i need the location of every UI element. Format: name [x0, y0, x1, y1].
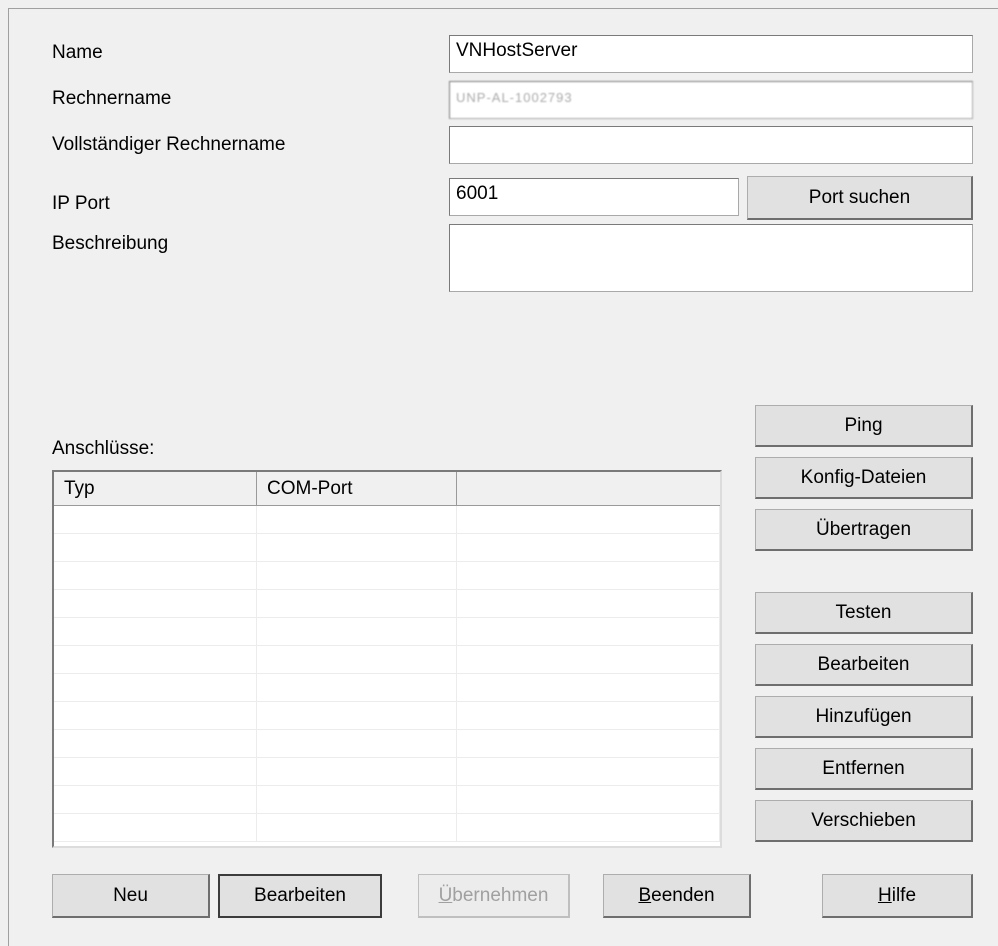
table-cell: [457, 534, 720, 561]
full-computer-name-field[interactable]: [449, 126, 973, 164]
table-cell: [257, 646, 457, 673]
table-cell: [257, 590, 457, 617]
column-header-com-port[interactable]: COM-Port: [257, 472, 457, 505]
table-cell: [257, 534, 457, 561]
config-files-button[interactable]: Konfig-Dateien: [755, 457, 973, 499]
table-cell: [457, 646, 720, 673]
move-button[interactable]: Verschieben: [755, 800, 973, 842]
table-cell: [457, 674, 720, 701]
table-row[interactable]: [54, 702, 720, 730]
description-label: Beschreibung: [52, 233, 169, 254]
connections-label: Anschlüsse:: [52, 438, 155, 459]
table-row[interactable]: [54, 534, 720, 562]
table-row[interactable]: [54, 618, 720, 646]
table-cell: [257, 618, 457, 645]
exit-label: eenden: [651, 884, 715, 906]
table-cell: [257, 562, 457, 589]
table-cell: [457, 786, 720, 813]
ping-button[interactable]: Ping: [755, 405, 973, 447]
table-header: Typ COM-Port: [54, 472, 720, 506]
apply-button[interactable]: Übernehmen: [418, 874, 570, 918]
table-cell: [257, 786, 457, 813]
edit-connection-button[interactable]: Bearbeiten: [755, 644, 973, 686]
ip-port-label: IP Port: [52, 193, 110, 214]
table-cell: [457, 758, 720, 785]
table-cell: [257, 674, 457, 701]
table-cell: [54, 646, 257, 673]
column-header-empty[interactable]: [457, 472, 720, 505]
table-cell: [457, 702, 720, 729]
remove-button[interactable]: Entfernen: [755, 748, 973, 790]
table-cell: [257, 730, 457, 757]
transfer-button[interactable]: Übertragen: [755, 509, 973, 551]
table-cell: [54, 590, 257, 617]
table-cell: [457, 618, 720, 645]
table-cell: [54, 702, 257, 729]
connections-table[interactable]: Typ COM-Port: [52, 470, 722, 848]
table-row[interactable]: [54, 786, 720, 814]
table-cell: [457, 814, 720, 841]
computer-name-label: Rechnername: [52, 88, 172, 109]
table-body: [54, 506, 720, 842]
table-cell: [54, 786, 257, 813]
help-label: ilfe: [891, 884, 917, 906]
exit-mnemonic: B: [638, 884, 652, 906]
edit-button[interactable]: Bearbeiten: [218, 874, 382, 918]
port-search-button[interactable]: Port suchen: [747, 176, 973, 220]
name-label: Name: [52, 42, 103, 63]
table-cell: [54, 730, 257, 757]
table-row[interactable]: [54, 674, 720, 702]
table-row[interactable]: [54, 730, 720, 758]
table-cell: [457, 590, 720, 617]
table-cell: [54, 674, 257, 701]
table-row[interactable]: [54, 646, 720, 674]
add-button[interactable]: Hinzufügen: [755, 696, 973, 738]
table-cell: [457, 730, 720, 757]
table-cell: [257, 702, 457, 729]
table-cell: [54, 562, 257, 589]
exit-button[interactable]: Beenden: [603, 874, 751, 918]
table-row[interactable]: [54, 758, 720, 786]
new-button[interactable]: Neu: [52, 874, 210, 918]
table-row[interactable]: [54, 506, 720, 534]
table-cell: [257, 814, 457, 841]
name-input[interactable]: VNHostServer: [449, 35, 973, 73]
table-cell: [54, 758, 257, 785]
apply-label: bernehmen: [452, 884, 549, 906]
apply-mnemonic: Ü: [438, 884, 453, 906]
table-cell: [257, 506, 457, 533]
table-row[interactable]: [54, 814, 720, 842]
table-row[interactable]: [54, 562, 720, 590]
help-mnemonic: H: [877, 884, 892, 906]
table-cell: [457, 506, 720, 533]
computer-name-field[interactable]: UNP-AL-1002793: [449, 81, 973, 119]
ip-port-input[interactable]: 6001: [449, 178, 739, 216]
column-header-type[interactable]: Typ: [54, 472, 257, 505]
help-button[interactable]: Hilfe: [822, 874, 973, 918]
test-button[interactable]: Testen: [755, 592, 973, 634]
table-cell: [54, 506, 257, 533]
table-cell: [457, 562, 720, 589]
table-row[interactable]: [54, 590, 720, 618]
table-cell: [257, 758, 457, 785]
table-cell: [54, 814, 257, 841]
table-cell: [54, 618, 257, 645]
table-cell: [54, 534, 257, 561]
description-input[interactable]: [449, 224, 973, 292]
full-computer-name-label: Vollständiger Rechnername: [52, 134, 286, 155]
